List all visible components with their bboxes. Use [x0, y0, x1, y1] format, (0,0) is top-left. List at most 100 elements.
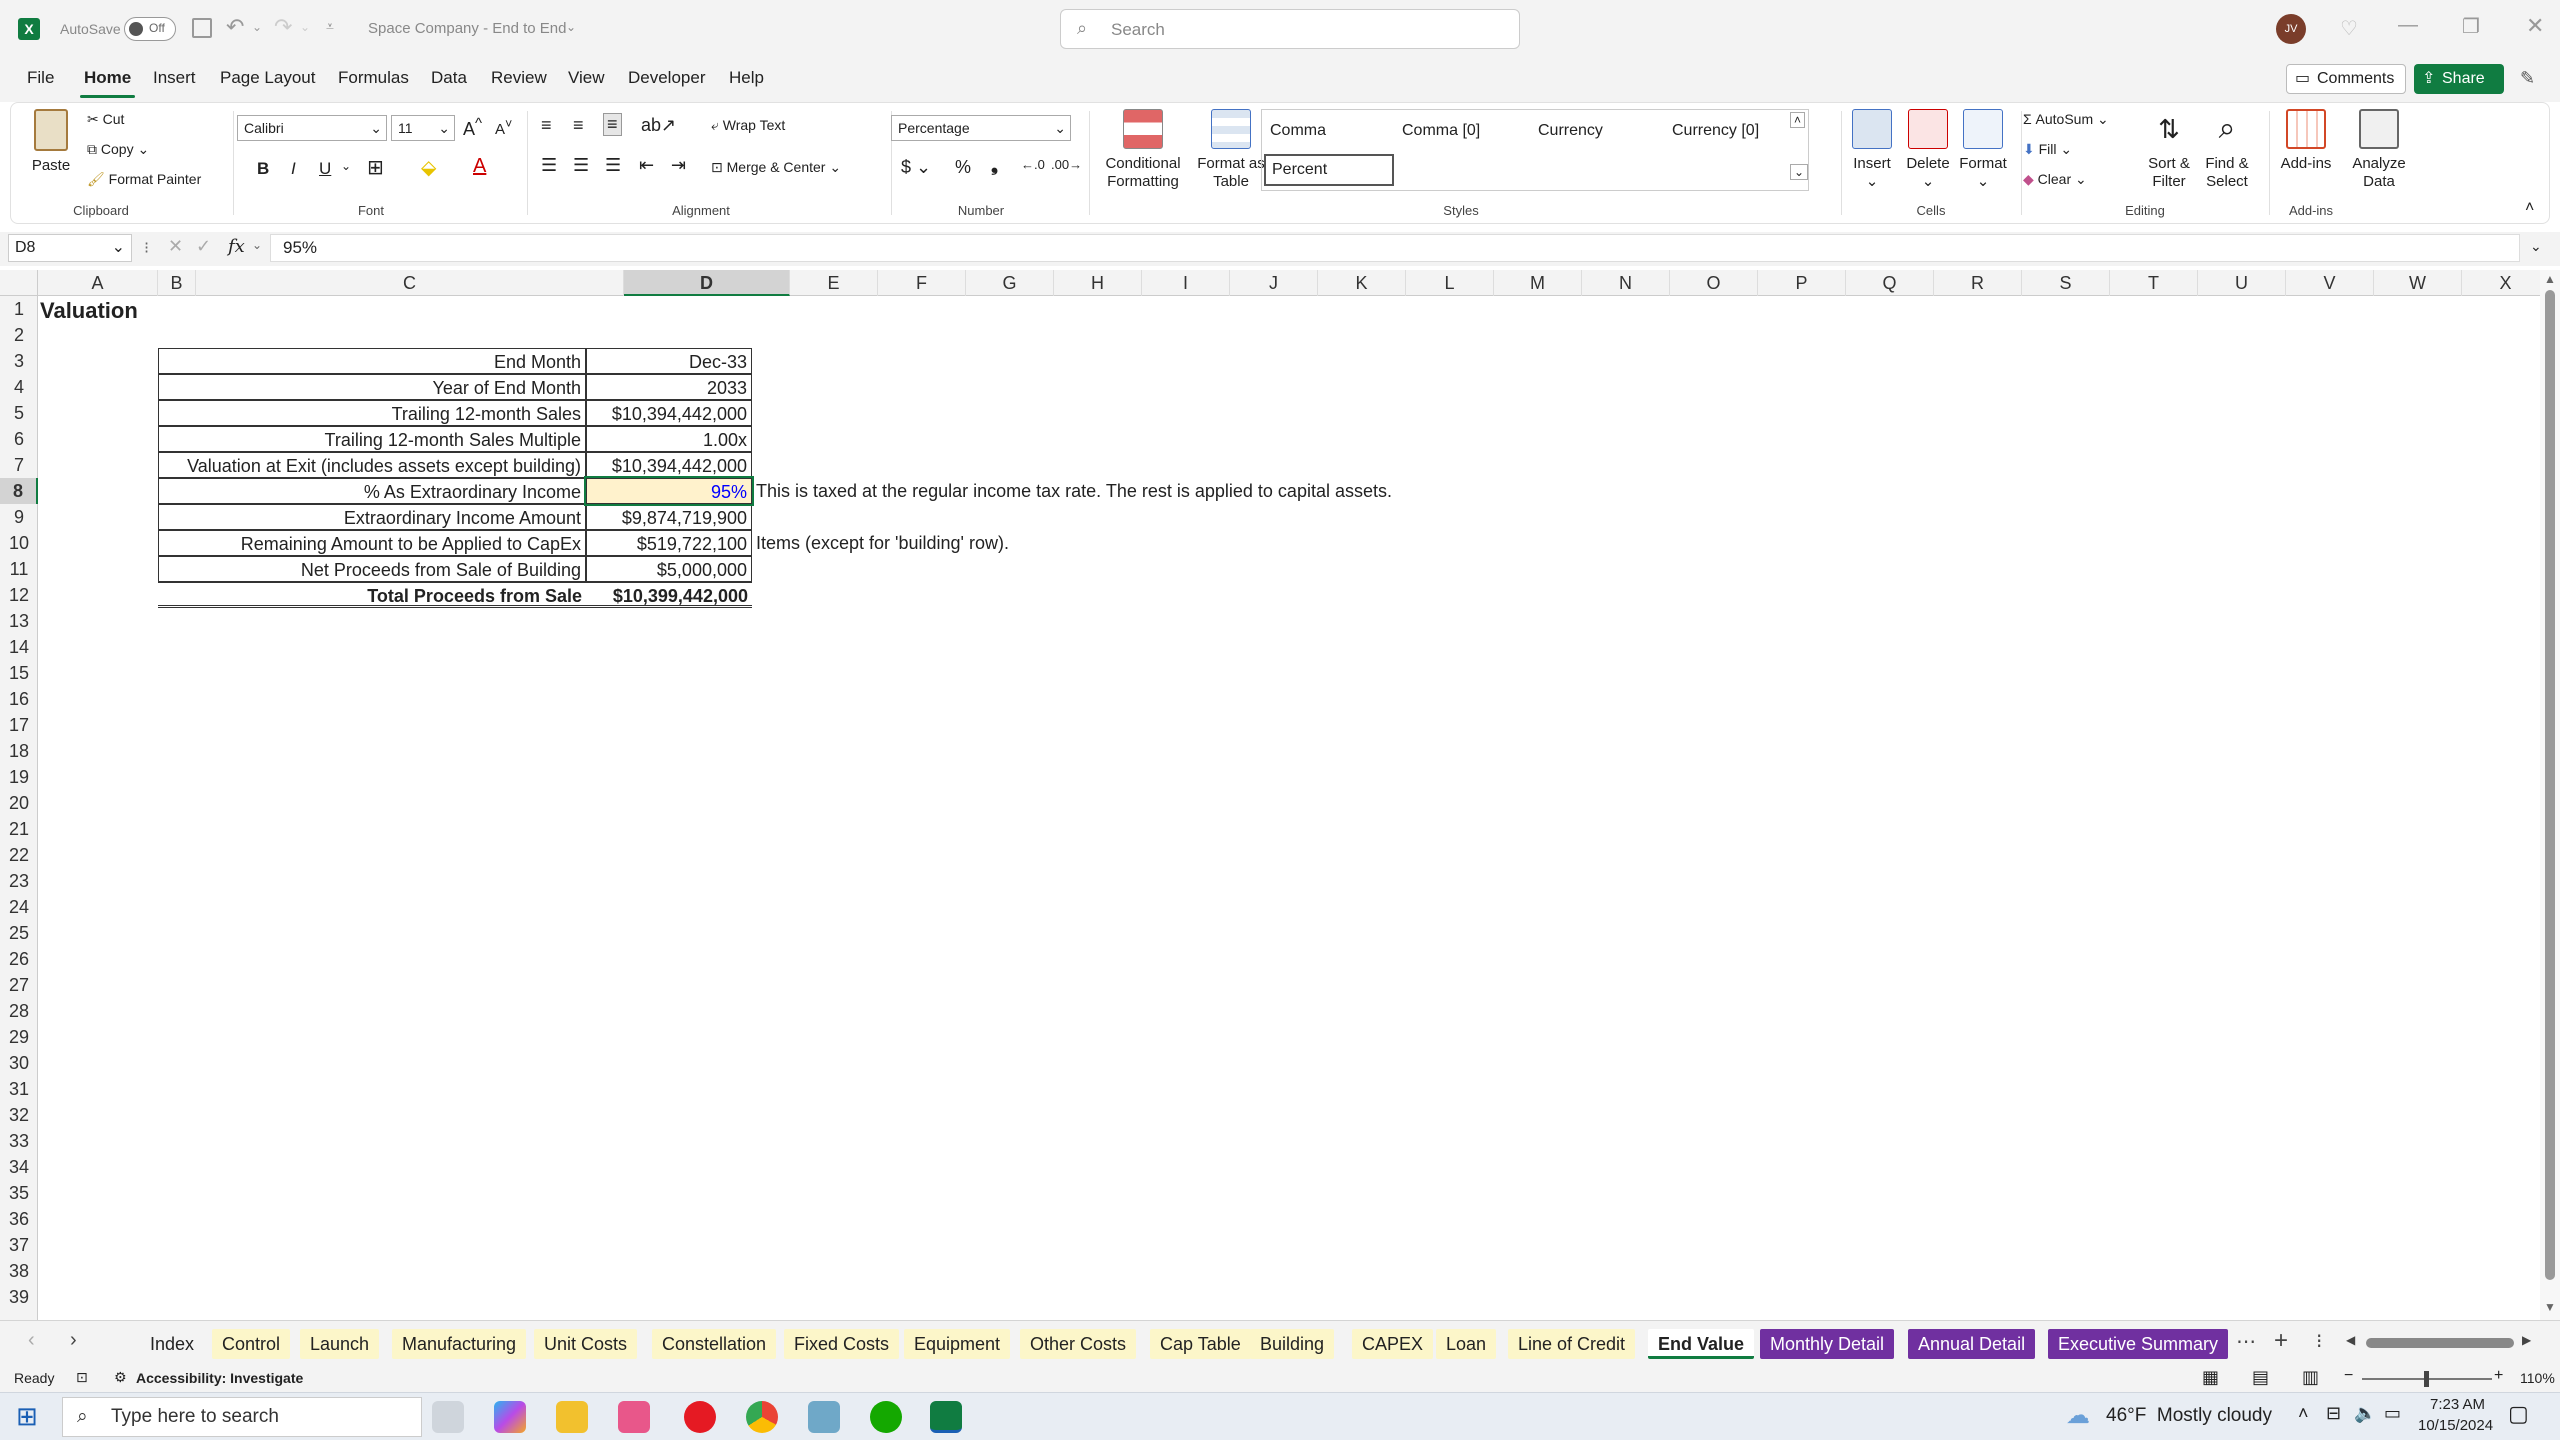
cancel-entry-icon[interactable]: ✕	[168, 236, 183, 257]
sheet-tab-manufacturing[interactable]: Manufacturing	[392, 1329, 527, 1359]
style-currency[interactable]: Currency	[1538, 122, 1603, 140]
column-header-v[interactable]: V	[2286, 270, 2374, 296]
table-row-value[interactable]: $519,722,100	[586, 530, 752, 556]
row-header-12[interactable]: 12	[0, 582, 38, 608]
decrease-font-icon[interactable]: A˅	[495, 117, 512, 138]
row-header-1[interactable]: 1	[0, 296, 38, 322]
table-row-value[interactable]: $10,394,442,000	[586, 400, 752, 426]
clear-button[interactable]: ◆ Clear ⌄	[2023, 171, 2087, 188]
column-header-k[interactable]: K	[1318, 270, 1406, 296]
add-sheet-icon[interactable]: +	[2274, 1327, 2288, 1355]
column-header-l[interactable]: L	[1406, 270, 1494, 296]
sheet-tab-loan[interactable]: Loan	[1436, 1329, 1497, 1359]
tab-file[interactable]: File	[27, 68, 54, 88]
scroll-right-icon[interactable]: ▶	[2522, 1333, 2531, 1347]
page-layout-view-icon[interactable]: ▤	[2252, 1367, 2269, 1388]
scroll-thumb[interactable]	[2545, 290, 2555, 1280]
more-options-icon[interactable]: ⁝	[144, 238, 149, 258]
zoom-thumb[interactable]	[2424, 1371, 2429, 1387]
save-icon[interactable]	[192, 18, 212, 38]
add-ins-button[interactable]: Add-ins	[2273, 109, 2339, 173]
sheet-tab-control[interactable]: Control	[212, 1329, 291, 1359]
table-row-label[interactable]: Extraordinary Income Amount	[158, 504, 586, 530]
row-header-19[interactable]: 19	[0, 764, 38, 790]
table-row-label[interactable]: Trailing 12-month Sales Multiple	[158, 426, 586, 452]
column-header-c[interactable]: C	[196, 270, 624, 296]
style-comma-0[interactable]: Comma [0]	[1402, 122, 1480, 140]
number-format-select[interactable]: Percentage ⌄	[891, 115, 1071, 141]
volume-icon[interactable]: 🔈	[2354, 1403, 2376, 1424]
notepad-icon[interactable]	[808, 1401, 840, 1433]
column-header-f[interactable]: F	[878, 270, 966, 296]
horizontal-scrollbar[interactable]: ◀ ▶	[2346, 1333, 2536, 1353]
align-center-icon[interactable]: ☰	[573, 155, 589, 176]
currency-icon[interactable]: $ ⌄	[901, 157, 931, 178]
column-header-s[interactable]: S	[2022, 270, 2110, 296]
next-sheet-icon[interactable]: ›	[70, 1329, 77, 1352]
sheet-tab-equipment[interactable]: Equipment	[904, 1329, 1011, 1359]
table-row-label[interactable]: End Month	[158, 348, 586, 374]
table-row-value[interactable]: $5,000,000	[586, 556, 752, 582]
scroll-left-icon[interactable]: ◀	[2346, 1333, 2355, 1347]
row-header-14[interactable]: 14	[0, 634, 38, 660]
increase-indent-icon[interactable]: ⇥	[671, 155, 686, 176]
row-header-4[interactable]: 4	[0, 374, 38, 400]
accessibility-status[interactable]: Accessibility: Investigate	[136, 1370, 303, 1386]
excel-taskbar-icon[interactable]	[930, 1401, 962, 1433]
format-painter-button[interactable]: 🖌 Format Painter	[87, 171, 201, 188]
sheet-tab-cap-table[interactable]: Cap Table	[1150, 1329, 1251, 1359]
collapse-ribbon-icon[interactable]: ˄	[2525, 199, 2534, 217]
row-header-18[interactable]: 18	[0, 738, 38, 764]
row-header-30[interactable]: 30	[0, 1050, 38, 1076]
row-header-13[interactable]: 13	[0, 608, 38, 634]
redo-dropdown-icon[interactable]: ⌄	[300, 20, 310, 34]
file-explorer-icon[interactable]	[556, 1401, 588, 1433]
clock-time[interactable]: 7:23 AM	[2430, 1396, 2485, 1413]
conditional-formatting-button[interactable]: Conditional Formatting	[1095, 109, 1191, 191]
row-header-37[interactable]: 37	[0, 1232, 38, 1258]
find-select-button[interactable]: ⌕ Find & Select	[2195, 109, 2259, 191]
row-header-26[interactable]: 26	[0, 946, 38, 972]
table-row-label[interactable]: Valuation at Exit (includes assets excep…	[158, 452, 586, 478]
column-header-o[interactable]: O	[1670, 270, 1758, 296]
tab-page-layout[interactable]: Page Layout	[220, 68, 315, 88]
title-dropdown-icon[interactable]: ⌄	[566, 20, 576, 34]
prev-sheet-icon[interactable]: ‹	[28, 1329, 35, 1352]
percent-icon[interactable]: %	[955, 157, 971, 178]
table-row-label[interactable]: Year of End Month	[158, 374, 586, 400]
show-hidden-icons[interactable]: ˄	[2298, 1403, 2309, 1424]
row-header-5[interactable]: 5	[0, 400, 38, 426]
undo-dropdown-icon[interactable]: ⌄	[252, 20, 262, 34]
column-header-g[interactable]: G	[966, 270, 1054, 296]
decrease-decimal-icon[interactable]: .00→	[1051, 157, 1082, 172]
table-row-label[interactable]: Remaining Amount to be Applied to CapEx	[158, 530, 586, 556]
user-avatar[interactable]: JV	[2276, 14, 2306, 44]
row-header-36[interactable]: 36	[0, 1206, 38, 1232]
increase-decimal-icon[interactable]: ←.0	[1021, 157, 1045, 172]
opera-icon[interactable]	[684, 1401, 716, 1433]
row-header-25[interactable]: 25	[0, 920, 38, 946]
macro-record-icon[interactable]: ⊡	[76, 1369, 88, 1386]
style-currency-0[interactable]: Currency [0]	[1672, 122, 1759, 140]
column-header-d[interactable]: D	[624, 270, 790, 296]
lightbulb-icon[interactable]: ♡	[2340, 16, 2358, 41]
enter-entry-icon[interactable]: ✓	[196, 236, 211, 257]
row-header-32[interactable]: 32	[0, 1102, 38, 1128]
wrap-text-button[interactable]: ⤶ Wrap Text	[711, 117, 785, 134]
row-header-28[interactable]: 28	[0, 998, 38, 1024]
table-row-value[interactable]: 95%	[584, 476, 754, 506]
search-box[interactable]: ⌕ Search	[1060, 9, 1520, 49]
undo-icon[interactable]: ↶	[226, 14, 244, 40]
bold-button[interactable]: B	[257, 159, 269, 179]
row-header-7[interactable]: 7	[0, 452, 38, 478]
zoom-in-icon[interactable]: +	[2494, 1367, 2503, 1385]
row-header-24[interactable]: 24	[0, 894, 38, 920]
style-percent[interactable]: Percent	[1264, 154, 1394, 186]
sort-filter-button[interactable]: ⇅ Sort & Filter	[2137, 109, 2201, 191]
decrease-indent-icon[interactable]: ⇤	[639, 155, 654, 176]
sheet-tab-line-of-credit[interactable]: Line of Credit	[1508, 1329, 1636, 1359]
tab-developer[interactable]: Developer	[628, 68, 706, 88]
column-header-r[interactable]: R	[1934, 270, 2022, 296]
upwork-icon[interactable]	[870, 1401, 902, 1433]
column-header-w[interactable]: W	[2374, 270, 2462, 296]
